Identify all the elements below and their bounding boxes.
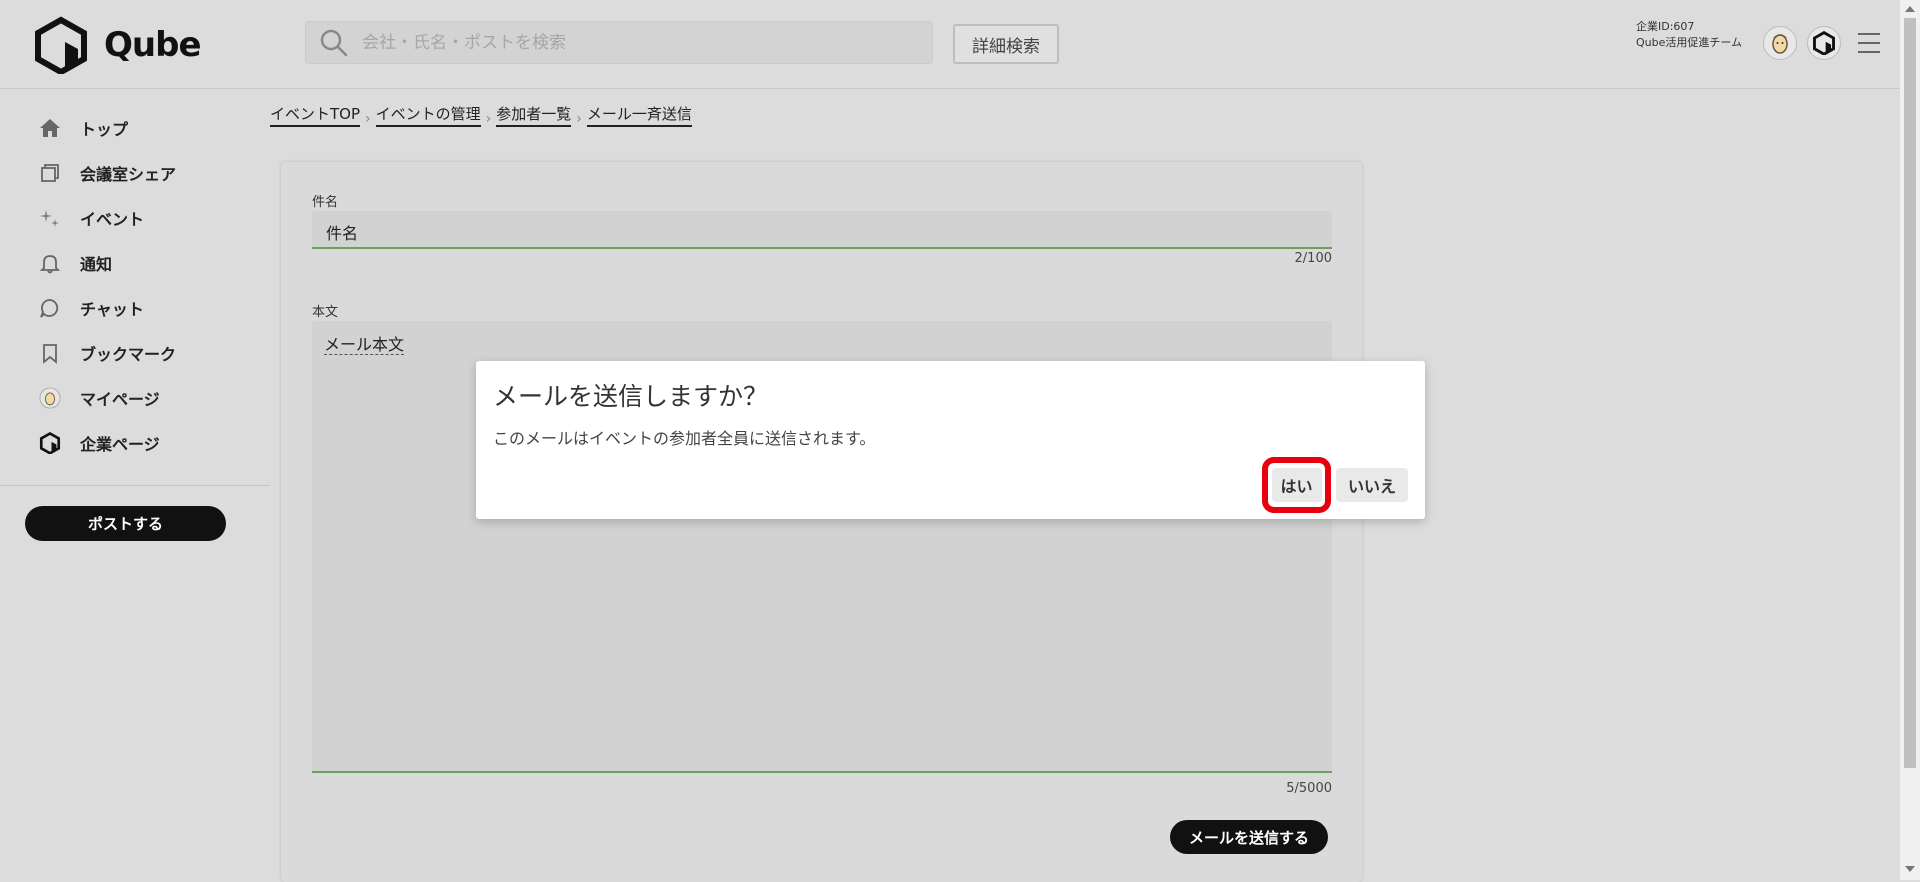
company-id: 企業ID:607 bbox=[1636, 20, 1695, 33]
hamburger-menu-icon[interactable] bbox=[1856, 30, 1882, 56]
sidebar-item-label: 通知 bbox=[80, 255, 113, 274]
highlight-box: はい bbox=[1262, 457, 1331, 513]
scrollbar[interactable] bbox=[1900, 0, 1920, 880]
bell-icon bbox=[38, 251, 62, 275]
sidebar-item-notification[interactable]: 通知 bbox=[38, 245, 112, 281]
body-text: メール本文 bbox=[324, 335, 405, 355]
bookmark-icon bbox=[38, 341, 62, 365]
dialog-title: メールを送信しますか？ bbox=[493, 382, 769, 411]
qube-logo[interactable]: Qube bbox=[32, 16, 202, 74]
breadcrumb-participants[interactable]: 参加者一覧 bbox=[496, 103, 572, 127]
sparkle-icon bbox=[38, 206, 62, 230]
sidebar-item-mypage[interactable]: マイページ bbox=[38, 380, 160, 416]
sidebar-item-room-share[interactable]: 会議室シェア bbox=[38, 155, 176, 191]
sidebar-item-label: 企業ページ bbox=[80, 435, 160, 454]
sidebar-item-label: 会議室シェア bbox=[80, 165, 177, 184]
breadcrumb: イベントTOP › イベントの管理 › 参加者一覧 › メール一斉送信 bbox=[270, 103, 692, 127]
home-icon bbox=[38, 116, 62, 140]
chevron-right-icon: › bbox=[365, 111, 371, 127]
chat-icon bbox=[38, 296, 62, 320]
search-icon bbox=[320, 29, 348, 56]
dialog-message: このメールはイベントの参加者全員に送信されます。 bbox=[493, 429, 876, 448]
body-counter: 5/5000 bbox=[1286, 781, 1332, 796]
breadcrumb-event-top[interactable]: イベントTOP bbox=[270, 103, 361, 127]
sidebar-item-label: トップ bbox=[80, 120, 129, 139]
yes-button[interactable]: はい bbox=[1271, 468, 1322, 502]
sidebar-item-company-page[interactable]: 企業ページ bbox=[38, 425, 160, 461]
no-button[interactable]: いいえ bbox=[1336, 468, 1408, 502]
company-logo-icon bbox=[1813, 31, 1835, 55]
post-button[interactable]: ポストする bbox=[25, 506, 226, 541]
company-avatar[interactable] bbox=[1807, 26, 1841, 60]
body-textarea[interactable]: メール本文 bbox=[324, 331, 1320, 355]
sidebar-divider bbox=[0, 485, 270, 486]
company-info: 企業ID:607 Qube活用促進チーム bbox=[1636, 19, 1742, 51]
advanced-search-button[interactable]: 詳細検索 bbox=[953, 24, 1059, 64]
send-mail-button[interactable]: メールを送信する bbox=[1170, 820, 1328, 854]
breadcrumb-event-manage[interactable]: イベントの管理 bbox=[375, 103, 481, 127]
scroll-up-icon[interactable] bbox=[1905, 6, 1915, 12]
sidebar-item-event[interactable]: イベント bbox=[38, 200, 144, 236]
user-avatar[interactable] bbox=[1763, 26, 1797, 60]
company-logo-icon bbox=[38, 431, 62, 455]
chevron-right-icon: › bbox=[485, 111, 492, 127]
sidebar-item-bookmark[interactable]: ブックマーク bbox=[38, 335, 176, 371]
scroll-thumb[interactable] bbox=[1904, 18, 1916, 768]
header: Qube 詳細検索 企業ID:607 Qube活用促進チーム bbox=[0, 0, 1900, 89]
avatar-icon bbox=[38, 386, 62, 410]
room-icon bbox=[38, 161, 62, 185]
chevron-right-icon: › bbox=[576, 111, 582, 127]
search-box[interactable] bbox=[305, 21, 933, 64]
sidebar-item-label: ブックマーク bbox=[80, 345, 177, 364]
sidebar-item-label: チャット bbox=[80, 300, 144, 319]
sidebar-item-label: マイページ bbox=[80, 390, 160, 409]
company-team: Qube活用促進チーム bbox=[1636, 36, 1743, 49]
confirm-dialog: メールを送信しますか？ このメールはイベントの参加者全員に送信されます。 はい … bbox=[476, 361, 1425, 519]
user-avatar-icon bbox=[1772, 34, 1788, 54]
logo-text: Qube bbox=[104, 25, 202, 65]
body-label: 本文 bbox=[312, 305, 339, 320]
sidebar-item-chat[interactable]: チャット bbox=[38, 290, 144, 326]
search-input[interactable] bbox=[360, 31, 924, 54]
scroll-down-icon[interactable] bbox=[1905, 866, 1915, 872]
breadcrumb-bulk-mail: メール一斉送信 bbox=[586, 103, 692, 127]
sidebar-item-label: イベント bbox=[80, 210, 145, 229]
subject-input[interactable] bbox=[324, 221, 1320, 242]
subject-field[interactable] bbox=[312, 211, 1332, 249]
subject-counter: 2/100 bbox=[1294, 251, 1332, 266]
qube-logo-icon bbox=[35, 16, 87, 74]
sidebar-item-top[interactable]: トップ bbox=[38, 110, 128, 146]
subject-label: 件名 bbox=[312, 195, 339, 210]
